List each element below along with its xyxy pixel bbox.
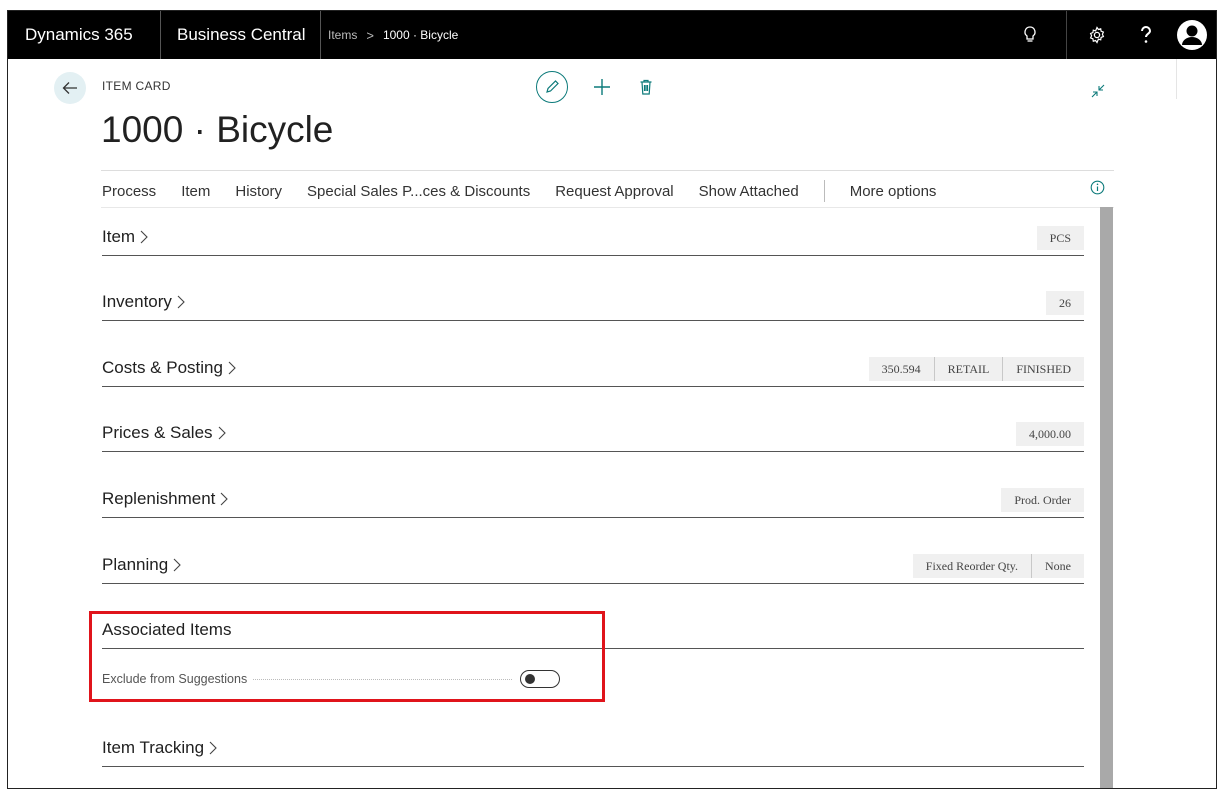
breadcrumb-current: 1000 · Bicycle	[382, 28, 459, 42]
section-header-replenishment[interactable]: Replenishment	[102, 489, 229, 509]
edit-button[interactable]	[536, 71, 568, 103]
lightbulb-icon[interactable]	[1014, 11, 1046, 59]
trash-icon	[640, 79, 652, 95]
chevron-right-icon	[140, 230, 148, 244]
summary-chip: 4,000.00	[1016, 422, 1084, 446]
section-title: Costs & Posting	[102, 358, 223, 377]
section-header-costs-posting[interactable]: Costs & Posting	[102, 358, 237, 378]
chevron-right-icon	[221, 492, 229, 506]
section-header-planning[interactable]: Planning	[102, 555, 182, 575]
summary-chip: RETAIL	[933, 357, 1003, 381]
section-header-inventory[interactable]: Inventory	[102, 292, 186, 312]
new-button[interactable]	[590, 75, 614, 99]
section-item: Item PCS	[102, 226, 1084, 256]
highlight-box	[89, 611, 605, 702]
top-bar: Dynamics 365 Business Central Items > 10…	[8, 11, 1216, 59]
menu-show-attached[interactable]: Show Attached	[699, 183, 799, 200]
section-prices-sales: Prices & Sales 4,000.00	[102, 422, 1084, 452]
section-item-tracking: Item Tracking	[102, 737, 1084, 767]
section-summary: PCS	[1036, 226, 1084, 250]
summary-chip: PCS	[1036, 226, 1084, 250]
summary-chip: 26	[1046, 291, 1084, 315]
section-header-prices-sales[interactable]: Prices & Sales	[102, 423, 227, 443]
menu-special-sales-prices[interactable]: Special Sales P...ces & Discounts	[307, 183, 530, 200]
menu-item[interactable]: Item	[181, 183, 210, 200]
chevron-right-icon	[177, 295, 185, 309]
section-title: Prices & Sales	[102, 423, 213, 442]
chevron-right-icon	[228, 361, 236, 375]
section-header-item[interactable]: Item	[102, 227, 149, 247]
avatar[interactable]	[1172, 11, 1212, 59]
section-title: Replenishment	[102, 489, 216, 508]
menu-history[interactable]: History	[235, 183, 282, 200]
breadcrumb-separator: >	[366, 27, 374, 43]
section-summary: 26	[1046, 291, 1084, 315]
breadcrumb-items[interactable]: Items	[328, 28, 357, 42]
summary-chip: Prod. Order	[1001, 488, 1084, 512]
divider	[1176, 59, 1177, 99]
section-summary: 4,000.00	[1016, 422, 1084, 446]
collapse-icon[interactable]	[1088, 81, 1108, 101]
chevron-right-icon	[209, 741, 217, 755]
divider	[101, 207, 1114, 208]
help-icon[interactable]	[1126, 11, 1166, 59]
info-icon[interactable]	[1090, 180, 1105, 195]
section-header-item-tracking[interactable]: Item Tracking	[102, 738, 218, 758]
section-planning: Planning Fixed Reorder Qty. None	[102, 554, 1084, 584]
summary-chip: None	[1031, 554, 1084, 578]
menu-process[interactable]: Process	[102, 183, 156, 200]
pencil-icon	[546, 80, 559, 93]
action-bar	[536, 71, 658, 103]
delete-button[interactable]	[634, 75, 658, 99]
page-caption: ITEM CARD	[102, 79, 171, 93]
section-title: Item	[102, 227, 136, 246]
section-title: Item Tracking	[102, 738, 205, 757]
section-title: Planning	[102, 555, 169, 574]
section-inventory: Inventory 26	[102, 291, 1084, 321]
action-menu: Process Item History Special Sales P...c…	[102, 179, 961, 203]
summary-chip: 350.594	[868, 357, 934, 381]
section-summary: Prod. Order	[1001, 488, 1084, 512]
menu-more-options[interactable]: More options	[850, 183, 937, 200]
gear-icon[interactable]	[1066, 11, 1126, 59]
summary-chip: Fixed Reorder Qty.	[912, 554, 1031, 578]
menu-request-approval[interactable]: Request Approval	[555, 183, 673, 200]
section-replenishment: Replenishment Prod. Order	[102, 488, 1084, 518]
app-window: Dynamics 365 Business Central Items > 10…	[7, 10, 1217, 789]
section-costs-posting: Costs & Posting 350.594 RETAIL FINISHED	[102, 357, 1084, 387]
plus-icon	[594, 79, 610, 95]
page-title: 1000 · Bicycle	[101, 109, 334, 150]
arrow-left-icon	[62, 82, 77, 94]
section-summary: 350.594 RETAIL FINISHED	[868, 357, 1084, 381]
summary-chip: FINISHED	[1002, 357, 1084, 381]
breadcrumb: Items > 1000 · Bicycle	[321, 11, 458, 59]
divider	[101, 170, 1114, 171]
scrollbar[interactable]	[1100, 207, 1113, 788]
section-title: Inventory	[102, 292, 172, 311]
section-summary: Fixed Reorder Qty. None	[912, 554, 1084, 578]
chevron-right-icon	[218, 426, 226, 440]
menu-divider	[823, 180, 825, 202]
chevron-right-icon	[173, 558, 181, 572]
back-button[interactable]	[54, 72, 86, 104]
app-name[interactable]: Business Central	[161, 11, 321, 59]
brand-dynamics-365[interactable]: Dynamics 365	[8, 11, 161, 59]
